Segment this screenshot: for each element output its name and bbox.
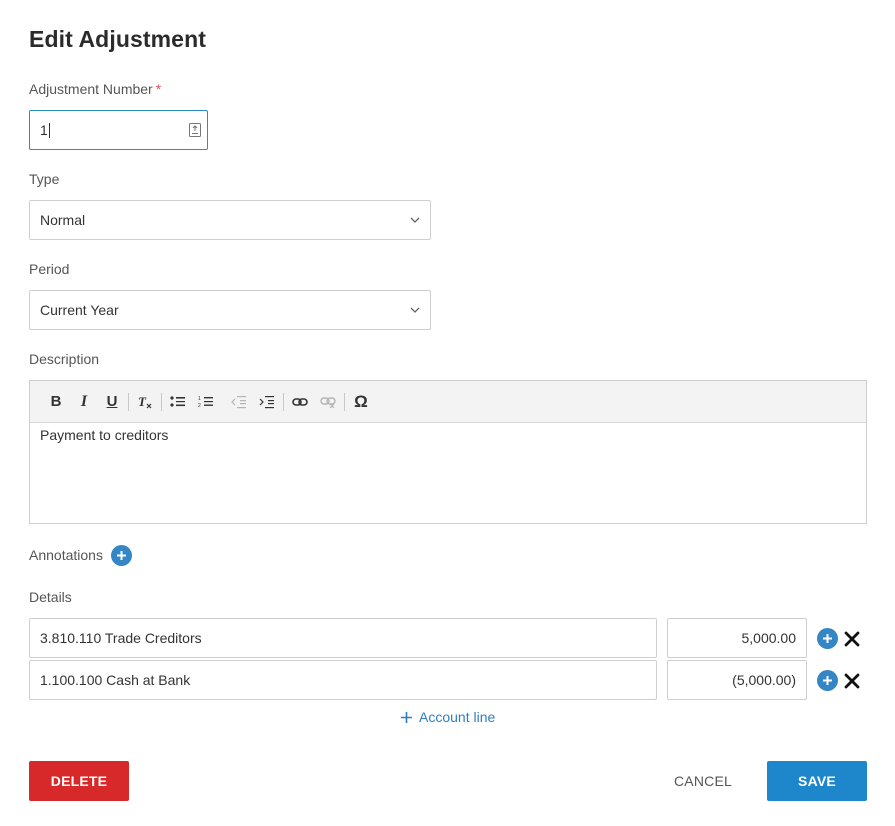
chevron-down-icon [410, 217, 420, 223]
adjustment-number-label: Adjustment Number * [29, 81, 161, 97]
amount-field[interactable]: 5,000.00 [667, 618, 807, 658]
plus-icon [823, 634, 832, 643]
account-value: 1.100.100 Cash at Bank [40, 672, 191, 688]
remove-format-button[interactable]: T [131, 388, 159, 416]
add-annotation-button[interactable] [111, 545, 132, 566]
amount-field[interactable]: (5,000.00) [667, 660, 807, 700]
link-icon [292, 397, 308, 406]
toolbar-separator [283, 392, 284, 411]
svg-text:T: T [138, 394, 147, 409]
bold-button[interactable]: B [42, 388, 70, 416]
decrease-indent-button[interactable] [225, 388, 253, 416]
description-editor: B I U T 1 2 Ω Payment to creditors [29, 380, 867, 524]
numbered-list-icon: 1 2 [198, 396, 213, 409]
description-text-area[interactable]: Payment to creditors [30, 423, 866, 447]
underline-button[interactable]: U [98, 388, 126, 416]
toolbar-separator [161, 392, 162, 411]
chevron-down-icon [410, 307, 420, 313]
text-cursor [48, 122, 50, 138]
unlink-icon [320, 396, 336, 408]
required-mark: * [155, 81, 162, 97]
omega-icon: Ω [354, 391, 368, 411]
details-label: Details [29, 589, 72, 605]
type-value: Normal [40, 212, 86, 228]
delete-button[interactable]: DELETE [29, 761, 129, 801]
period-select[interactable]: Current Year [29, 290, 431, 330]
adjustment-number-label-text: Adjustment Number [29, 81, 153, 97]
amount-value: 5,000.00 [741, 630, 797, 646]
bulleted-list-button[interactable] [164, 388, 192, 416]
adjustment-number-input[interactable]: 1 [29, 110, 208, 150]
account-field[interactable]: 1.100.100 Cash at Bank [29, 660, 657, 700]
increase-indent-button[interactable] [253, 388, 281, 416]
annotations-label: Annotations [29, 547, 103, 563]
svg-text:1: 1 [198, 396, 201, 402]
add-account-line-link[interactable]: Account line [400, 709, 495, 725]
number-sequence-icon[interactable] [189, 123, 201, 137]
special-character-button[interactable]: Ω [347, 388, 375, 416]
add-account-line-label: Account line [419, 709, 496, 725]
svg-text:2: 2 [198, 403, 201, 409]
save-button[interactable]: SAVE [767, 761, 867, 801]
bulleted-list-icon [170, 395, 185, 407]
increase-indent-icon [259, 395, 274, 408]
amount-value: (5,000.00) [732, 672, 796, 688]
add-line-button[interactable] [817, 670, 838, 691]
plus-icon [401, 711, 412, 723]
type-select[interactable]: Normal [29, 200, 431, 240]
dialog-title: Edit Adjustment [29, 26, 206, 52]
editor-toolbar: B I U T 1 2 Ω [30, 381, 866, 423]
adjustment-number-value: 1 [40, 122, 48, 138]
description-text: Payment to creditors [40, 427, 169, 443]
unlink-button[interactable] [314, 388, 342, 416]
remove-line-icon[interactable] [844, 631, 860, 647]
remove-line-icon[interactable] [844, 673, 860, 689]
decrease-indent-icon [231, 395, 246, 408]
period-value: Current Year [40, 302, 119, 318]
toolbar-separator [344, 392, 345, 411]
remove-format-icon: T [138, 394, 152, 409]
plus-icon [823, 676, 832, 685]
period-label: Period [29, 261, 70, 277]
cancel-button[interactable]: CANCEL [668, 761, 738, 801]
numbered-list-button[interactable]: 1 2 [192, 388, 220, 416]
toolbar-separator [128, 392, 129, 411]
italic-button[interactable]: I [70, 388, 98, 416]
account-value: 3.810.110 Trade Creditors [40, 630, 202, 646]
plus-icon [117, 551, 126, 560]
description-label: Description [29, 351, 100, 367]
link-button[interactable] [286, 388, 314, 416]
account-field[interactable]: 3.810.110 Trade Creditors [29, 618, 657, 658]
type-label: Type [29, 171, 60, 187]
add-line-button[interactable] [817, 628, 838, 649]
toolbar-separator [222, 393, 223, 411]
